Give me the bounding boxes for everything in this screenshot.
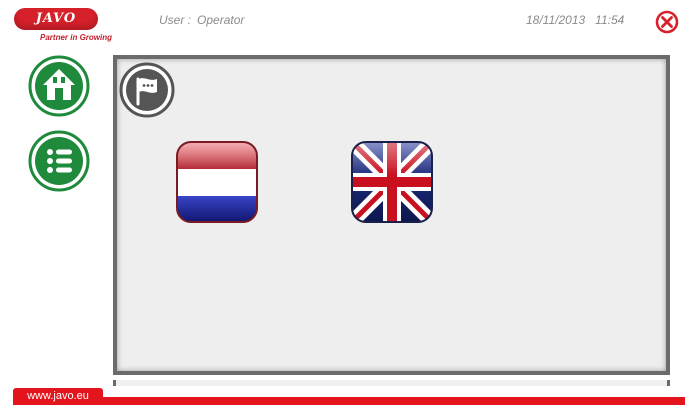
language-flag-icon [119,62,175,118]
user-name: Operator [197,13,245,27]
time-text: 11:54 [595,13,625,27]
panel-bottom-edge [113,380,670,386]
website-link[interactable]: www.javo.eu [13,388,103,405]
flag-united-kingdom-icon [351,141,433,223]
datetime: 18/11/2013 11:54 [526,13,624,27]
date-text: 18/11/2013 [526,13,586,27]
javo-logo: JAVO Partner in Growing [12,8,124,48]
home-button[interactable] [28,55,90,117]
flag-united-kingdom-button[interactable] [350,140,434,224]
flag-netherlands-icon [176,141,258,223]
menu-button[interactable] [28,130,90,192]
close-icon [655,10,679,34]
flag-netherlands-button[interactable] [175,140,259,224]
logo-tagline: Partner in Growing [40,33,113,42]
user-info: User : Operator [158,13,244,27]
list-icon [28,130,90,192]
home-icon [28,55,90,117]
user-label: User : [159,13,192,27]
logo-text: JAVO [14,8,98,30]
footer-bar [13,397,685,405]
close-button[interactable] [655,10,679,34]
